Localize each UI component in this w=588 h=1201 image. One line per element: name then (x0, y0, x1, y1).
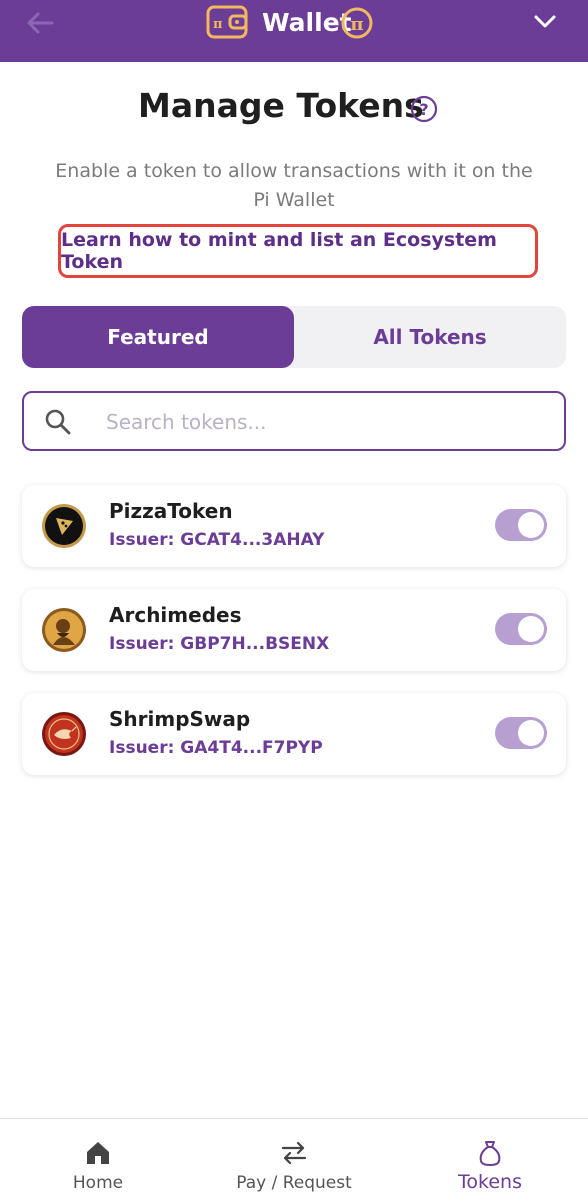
token-issuer: Issuer: GA4T4...F7PYP (109, 738, 323, 758)
search-input[interactable] (104, 401, 548, 443)
nav-label: Home (72, 1173, 124, 1193)
token-issuer: Issuer: GBP7H...BSENX (109, 634, 330, 654)
home-icon (87, 1142, 109, 1164)
token-card: PizzaToken Issuer: GCAT4...3AHAY (22, 485, 566, 567)
svg-text:?: ? (419, 100, 428, 119)
bottom-nav: Home Pay / Request Tokens (0, 1118, 588, 1201)
nav-label: Pay / Request (236, 1173, 352, 1193)
wallet-icon: π (206, 5, 248, 39)
nav-tokens[interactable]: Tokens (392, 1119, 588, 1201)
top-bar: π Wallet π (0, 0, 588, 62)
nav-home[interactable]: Home (0, 1119, 196, 1201)
pizza-icon (42, 504, 86, 548)
transfer-arrows-icon (281, 1141, 307, 1165)
token-enable-toggle[interactable] (495, 509, 547, 541)
search-box (22, 391, 566, 451)
tab-featured[interactable]: Featured (22, 306, 294, 368)
learn-mint-token-link[interactable]: Learn how to mint and list an Ecosystem … (58, 224, 538, 278)
token-issuer: Issuer: GCAT4...3AHAY (109, 530, 325, 550)
svg-text:π: π (213, 17, 223, 32)
toggle-knob (518, 616, 544, 642)
token-card: Archimedes Issuer: GBP7H...BSENX (22, 589, 566, 671)
token-tabs: Featured All Tokens (22, 306, 566, 368)
arrow-left-icon[interactable] (22, 8, 58, 38)
app-title: Wallet (262, 8, 352, 37)
toggle-knob (518, 720, 544, 746)
archimedes-portrait-icon (42, 608, 86, 652)
chevron-down-icon[interactable] (528, 8, 562, 36)
pi-coin-icon: π (341, 7, 373, 39)
token-card: ShrimpSwap Issuer: GA4T4...F7PYP (22, 693, 566, 775)
search-icon (45, 409, 71, 435)
token-enable-toggle[interactable] (495, 613, 547, 645)
nav-pay-request[interactable]: Pay / Request (196, 1119, 392, 1201)
shrimp-icon (42, 712, 86, 756)
question-circle-icon[interactable]: ? (410, 95, 438, 123)
token-name: ShrimpSwap (109, 707, 251, 731)
nav-label: Tokens (458, 1171, 522, 1193)
page-title: Manage Tokens (138, 86, 424, 125)
svg-text:π: π (350, 14, 363, 35)
page-subtitle: Enable a token to allow transactions wit… (55, 160, 533, 211)
token-bag-icon (479, 1141, 501, 1166)
token-name: PizzaToken (109, 499, 233, 523)
toggle-knob (518, 512, 544, 538)
token-enable-toggle[interactable] (495, 717, 547, 749)
tab-all-tokens[interactable]: All Tokens (294, 306, 566, 368)
token-name: Archimedes (109, 603, 242, 627)
